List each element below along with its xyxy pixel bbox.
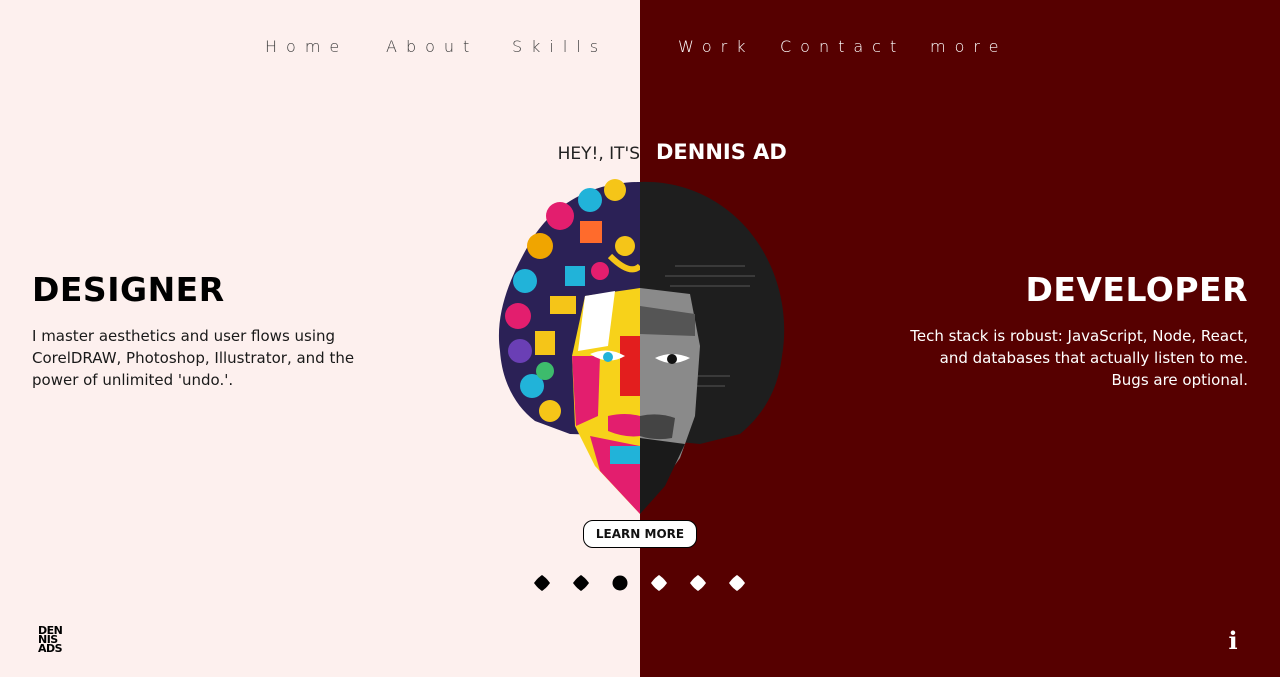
developer-title: DEVELOPER [1025, 270, 1248, 309]
nav-skills[interactable]: Skills [512, 28, 608, 64]
nav-work-label: Work [678, 37, 755, 56]
nav-work[interactable]: Work [678, 28, 755, 64]
nav-home-label: Home [265, 37, 349, 56]
site-logo[interactable]: DEN NIS ADS [38, 625, 72, 654]
carousel-dot-4[interactable] [651, 575, 667, 591]
greeting-text: HEY!, IT'S [557, 144, 640, 164]
hero-greeting: HEY!, IT'S DENNIS AD [0, 140, 1280, 166]
carousel-dot-2[interactable] [573, 575, 589, 591]
portrait-illustration [498, 179, 785, 514]
learn-more-button[interactable]: LEARN MORE [583, 520, 697, 548]
info-icon[interactable]: i [1222, 626, 1244, 655]
nav-contact[interactable]: Contact [780, 28, 906, 64]
colorful-face [572, 288, 640, 514]
carousel-dot-3-active[interactable] [612, 575, 628, 591]
nav-more[interactable]: more [930, 28, 1008, 64]
carousel-dot-6[interactable] [729, 575, 745, 591]
nav-skills-label: Skills [512, 37, 608, 56]
carousel-indicators [0, 575, 1280, 593]
designer-title: DESIGNER [32, 270, 225, 309]
nav-home[interactable]: Home [265, 28, 349, 64]
hero-name: DENNIS AD [656, 140, 787, 164]
nav-contact-label: Contact [780, 37, 906, 56]
carousel-dot-5[interactable] [690, 575, 706, 591]
carousel-dot-1[interactable] [534, 575, 550, 591]
developer-description: Tech stack is robust: JavaScript, Node, … [910, 327, 1248, 389]
designer-description: I master aesthetics and user flows using… [32, 327, 355, 389]
nav-more-label: more [930, 37, 1008, 56]
nav-about[interactable]: About [386, 28, 479, 64]
dark-face [640, 288, 700, 514]
nav-about-label: About [386, 37, 479, 56]
